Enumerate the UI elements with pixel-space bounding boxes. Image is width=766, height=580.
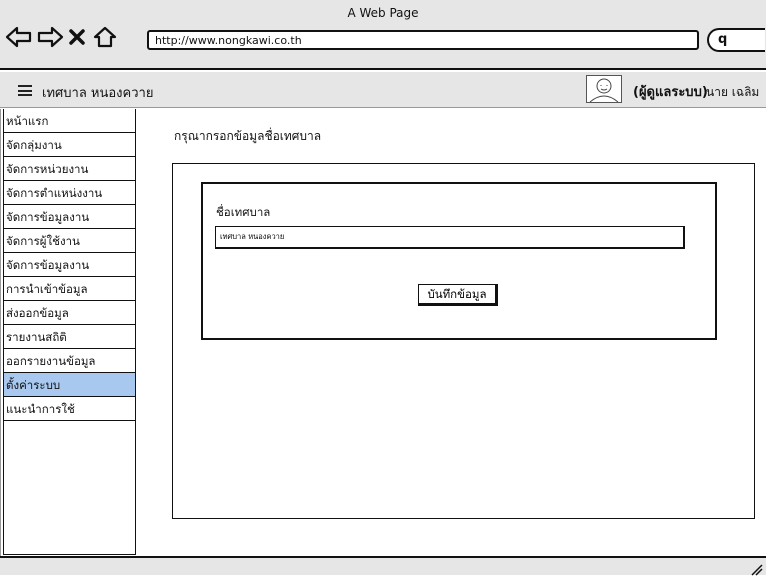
- status-bar: [0, 556, 766, 576]
- app-header: เทศบาล หนองควาย (ผู้ดูแลระบบ) นาย เฉลิม: [0, 72, 766, 108]
- sidebar-item-7[interactable]: จัดการข้อมูลงาน: [4, 253, 135, 277]
- user-name[interactable]: นาย เฉลิม: [706, 83, 759, 102]
- home-icon[interactable]: [92, 24, 118, 50]
- sidebar-item-1[interactable]: หน้าแรก: [4, 109, 135, 133]
- sidebar-item-2[interactable]: จัดกลุ่มงาน: [4, 133, 135, 157]
- user-role: (ผู้ดูแลระบบ): [633, 85, 708, 100]
- sidebar-nav: หน้าแรก จัดกลุ่มงาน จัดการหน่วยงาน จัดการตำ…: [3, 109, 136, 555]
- sidebar-item-6[interactable]: จัดการผู้ใช้งาน: [4, 229, 135, 253]
- close-icon[interactable]: [66, 24, 88, 50]
- resize-grip-icon[interactable]: [751, 561, 763, 576]
- search-box[interactable]: q: [707, 28, 765, 52]
- search-icon: q: [718, 32, 728, 47]
- sidebar-item-4[interactable]: จัดการตำแหน่งงาน: [4, 181, 135, 205]
- municipality-name-input[interactable]: [215, 226, 685, 249]
- save-button[interactable]: บันทึกข้อมูล: [418, 284, 498, 306]
- browser-toolbar: A Web Page http://www.nongkawi.co.th q: [0, 0, 766, 70]
- sidebar-item-8[interactable]: การนำเข้าข้อมูล: [4, 277, 135, 301]
- forward-arrow-icon[interactable]: [36, 24, 64, 50]
- sidebar-item-5[interactable]: จัดการข้อมูลงาน: [4, 205, 135, 229]
- sidebar-item-11[interactable]: ออกรายงานข้อมูล: [4, 349, 135, 373]
- sidebar-item-12[interactable]: ตั้งค่าระบบ: [4, 373, 135, 397]
- user-avatar-icon[interactable]: [586, 75, 622, 103]
- page-title: A Web Page: [347, 6, 419, 20]
- sidebar-item-3[interactable]: จัดการหน่วยงาน: [4, 157, 135, 181]
- form-instruction: กรุณากรอกข้อมูลชื่อเทศบาล: [174, 129, 322, 143]
- sidebar-item-10[interactable]: รายงานสถิติ: [4, 325, 135, 349]
- municipality-name-label: ชื่อเทศบาล: [216, 205, 271, 219]
- app-title: เทศบาล หนองควาย: [42, 86, 154, 101]
- hamburger-menu-icon[interactable]: [18, 85, 32, 96]
- back-arrow-icon[interactable]: [5, 24, 33, 50]
- address-bar[interactable]: http://www.nongkawi.co.th: [147, 30, 699, 50]
- sidebar-item-13[interactable]: แนะนำการใช้: [4, 397, 135, 421]
- sidebar-item-9[interactable]: ส่งออกข้อมูล: [4, 301, 135, 325]
- municipality-form: [201, 182, 717, 340]
